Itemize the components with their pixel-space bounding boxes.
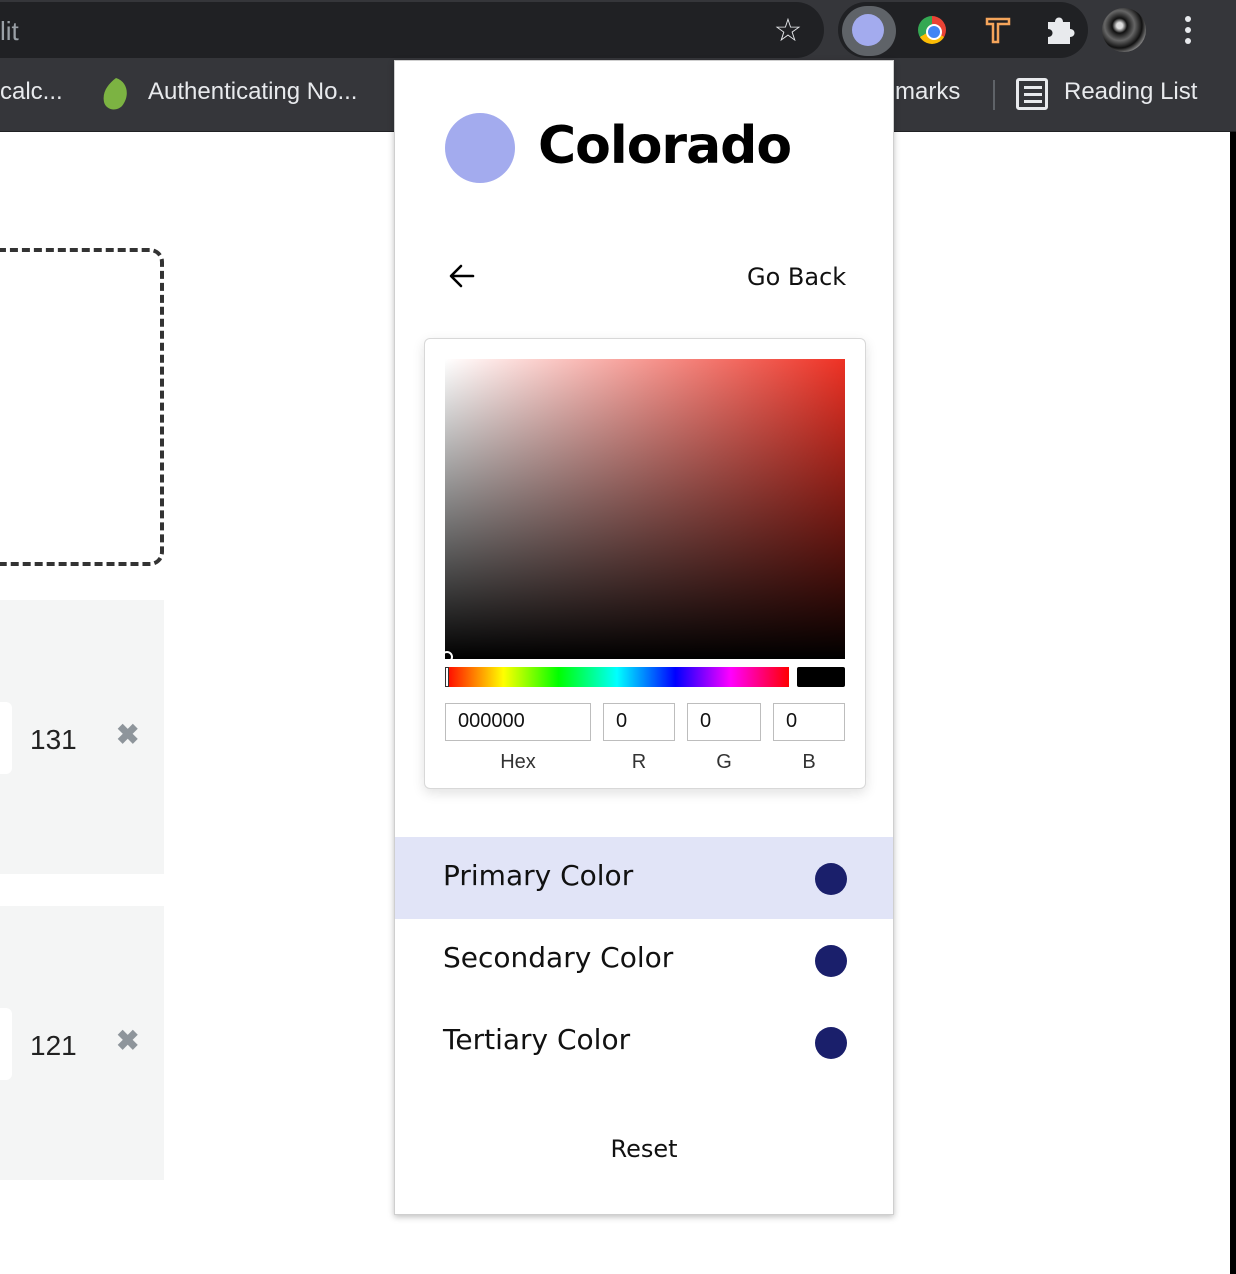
color-option-tertiary[interactable]: Tertiary Color (395, 1001, 893, 1083)
evernote-leaf-icon (103, 78, 127, 110)
r-input[interactable]: 0 (603, 703, 675, 741)
profile-avatar[interactable] (1102, 8, 1146, 52)
list-item: 131 ✖ (0, 600, 164, 874)
app-logo-icon (445, 113, 515, 183)
star-icon[interactable]: ☆ (770, 12, 806, 48)
hex-label: Hex (500, 751, 536, 773)
drop-zone[interactable] (0, 248, 164, 566)
b-input[interactable]: 0 (773, 703, 845, 741)
bookmark-item-calc[interactable]: calc... (0, 78, 63, 106)
g-label: G (716, 751, 732, 773)
color-picker: 000000 0 0 0 Hex R G B (424, 338, 866, 789)
reading-list-button[interactable]: Reading List (1064, 78, 1197, 106)
back-arrow-icon[interactable] (447, 261, 477, 291)
hue-handle[interactable] (445, 667, 449, 687)
color-option-primary[interactable]: Primary Color (395, 837, 893, 919)
hammer-extension-icon[interactable] (984, 14, 1012, 44)
kebab-menu-icon[interactable] (1176, 14, 1200, 46)
color-preview-dot (815, 1027, 847, 1059)
bookmark-item-other[interactable]: marks (895, 78, 960, 106)
hex-input[interactable]: 000000 (445, 703, 591, 741)
color-option-label: Tertiary Color (443, 1023, 631, 1056)
colorado-extension-icon[interactable] (852, 14, 884, 46)
color-option-secondary[interactable]: Secondary Color (395, 919, 893, 1001)
item-value: 121 (30, 1030, 77, 1061)
app-title: Colorado (538, 116, 792, 176)
r-label: R (631, 751, 647, 773)
bookmark-item-authenticating[interactable]: Authenticating No... (148, 78, 357, 106)
reading-list-icon[interactable] (1016, 78, 1048, 110)
saturation-area[interactable] (441, 359, 845, 663)
color-preview-dot (815, 863, 847, 895)
color-option-label: Secondary Color (443, 941, 674, 974)
b-label: B (802, 751, 816, 773)
list-item: 121 ✖ (0, 906, 164, 1180)
address-bar-text: lit (0, 16, 19, 46)
remove-icon[interactable]: ✖ (116, 718, 139, 751)
bookmarks-divider (993, 80, 995, 110)
value-input[interactable] (0, 702, 12, 774)
g-input[interactable]: 0 (687, 703, 761, 741)
item-value: 131 (30, 724, 77, 755)
window-edge (1230, 132, 1236, 1274)
go-back-button[interactable]: Go Back (747, 263, 846, 291)
color-swatch (797, 667, 845, 687)
value-input[interactable] (0, 1008, 12, 1080)
chrome-extension-icon[interactable] (918, 16, 946, 44)
color-option-label: Primary Color (443, 859, 634, 892)
browser-toolbar: lit ☆ (0, 0, 1236, 62)
color-preview-dot (815, 945, 847, 977)
hue-slider[interactable] (445, 667, 789, 687)
saturation-handle[interactable] (441, 651, 453, 663)
address-bar[interactable]: lit (0, 2, 824, 58)
colorado-popup: Colorado Go Back 000000 0 0 0 Hex R G B … (394, 60, 894, 1215)
reset-button[interactable]: Reset (395, 1135, 893, 1163)
remove-icon[interactable]: ✖ (116, 1024, 139, 1057)
puzzle-icon[interactable] (1044, 12, 1076, 46)
